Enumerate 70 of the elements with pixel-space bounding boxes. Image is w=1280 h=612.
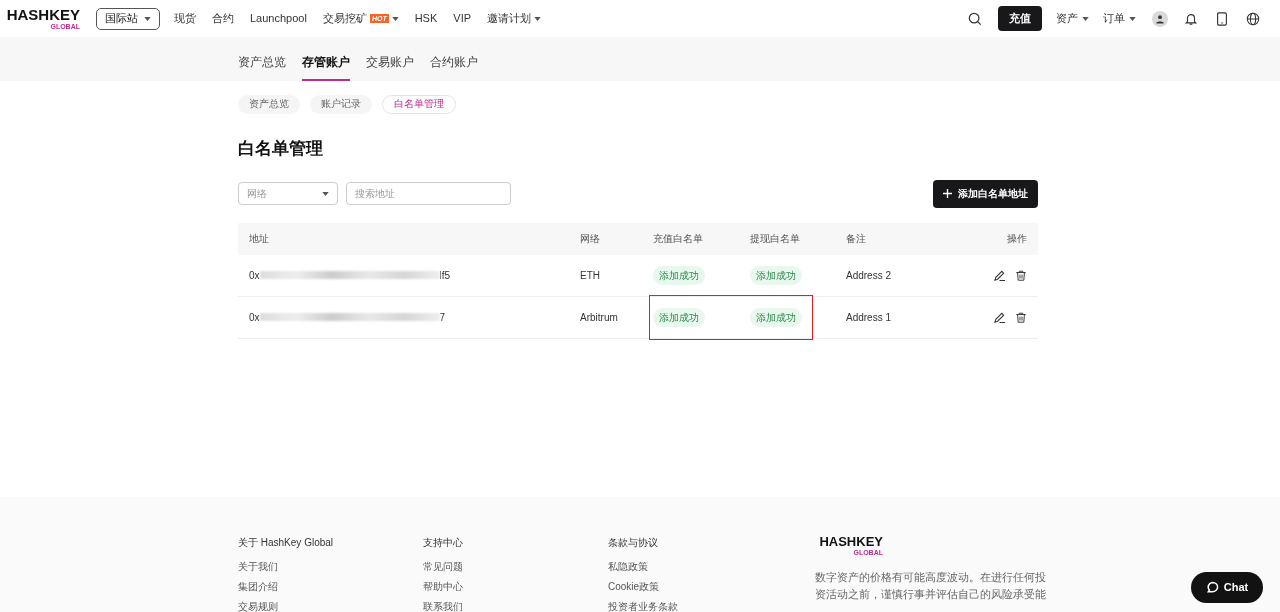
nav-link[interactable]: 现货 (174, 10, 196, 27)
status-badge: 添加成功 (750, 265, 802, 285)
note-cell: Address 1 (846, 311, 892, 323)
column-header: 充值白名单 (653, 233, 703, 244)
add-address-button[interactable]: 添加白名单地址 (933, 179, 1038, 208)
footer-link[interactable]: Cookie政策 (608, 577, 815, 597)
nav-link[interactable]: HSK (414, 10, 438, 27)
site-selector[interactable]: 国际站 (96, 7, 160, 30)
nav-link[interactable]: VIP (453, 10, 472, 27)
status-badge: 添加成功 (653, 307, 705, 327)
avatar-icon[interactable] (1152, 10, 1168, 27)
page-title: 白名单管理 (238, 138, 324, 160)
disclaimer-text: 资活动之前，谨慎行事并评估自己的风险承受能 (815, 587, 1046, 602)
caret-icon (391, 16, 399, 21)
status-badge: 添加成功 (750, 307, 802, 327)
network-cell: Arbitrum (580, 311, 618, 323)
account-tab[interactable]: 存管账户 (302, 53, 350, 81)
footer-link[interactable]: 交易规则 (238, 597, 423, 612)
nav-link[interactable]: 邀请计划 (487, 10, 542, 27)
footer-link[interactable]: 联系我们 (423, 597, 608, 612)
address-start: 0x (249, 268, 260, 283)
globe-icon[interactable] (1246, 11, 1260, 26)
column-header: 网络 (580, 233, 600, 244)
edit-button[interactable] (993, 268, 1006, 282)
caret-icon (1082, 16, 1089, 21)
nav-link[interactable]: Launchpool (250, 10, 307, 27)
address-end: lf5 (439, 268, 451, 283)
plus-icon (943, 189, 952, 198)
account-tab[interactable]: 交易账户 (366, 53, 414, 81)
column-header: 提现白名单 (750, 233, 800, 244)
delete-button[interactable] (1015, 310, 1027, 324)
caret-icon (144, 16, 151, 21)
address-end: 7 (439, 310, 446, 325)
sub-tab[interactable]: 账户记录 (310, 95, 372, 114)
column-header: 地址 (249, 233, 269, 244)
column-header: 操作 (1007, 233, 1027, 244)
account-tab[interactable]: 合约账户 (430, 53, 478, 81)
footer-link[interactable]: 常见问题 (423, 557, 608, 577)
column-header: 备注 (846, 233, 866, 244)
disclaimer-text: 数字资产的价格有可能高度波动。在进行任何投 (815, 570, 1046, 585)
menu-dropdown[interactable]: 订单 (1103, 10, 1136, 27)
footer-heading: 条款与协议 (608, 536, 659, 550)
status-badge: 添加成功 (653, 265, 705, 285)
footer-heading: 支持中心 (423, 536, 464, 550)
account-tab[interactable]: 资产总览 (238, 53, 286, 81)
phone-icon[interactable] (1216, 11, 1228, 26)
sub-tab[interactable]: 资产总览 (238, 95, 300, 114)
footer-link[interactable]: 帮助中心 (423, 577, 608, 597)
delete-button[interactable] (1015, 268, 1027, 282)
footer-link[interactable]: 投资者业务条款 (608, 597, 815, 612)
edit-button[interactable] (993, 310, 1006, 324)
sub-tab[interactable]: 白名单管理 (382, 95, 456, 114)
search-icon[interactable] (968, 11, 982, 26)
search-field[interactable]: 搜索地址 (346, 182, 511, 205)
deposit-button[interactable]: 充值 (998, 6, 1042, 31)
caret-icon (322, 191, 329, 196)
caret-icon (1129, 16, 1136, 21)
menu-dropdown[interactable]: 资产 (1056, 10, 1089, 27)
footer-heading: 关于 HashKey Global (238, 536, 335, 550)
nav-link[interactable]: 合约 (212, 10, 234, 27)
footer-link[interactable]: 关于我们 (238, 557, 423, 577)
address-start: 0x (249, 310, 260, 325)
network-cell: ETH (580, 269, 600, 281)
bell-icon[interactable] (1184, 11, 1198, 26)
footer-link[interactable]: 集团介绍 (238, 577, 423, 597)
chat-button[interactable]: Chat (1191, 572, 1263, 603)
note-cell: Address 2 (846, 269, 892, 281)
chat-bubble-icon (1205, 581, 1219, 594)
footer-link[interactable]: 私隐政策 (608, 557, 815, 577)
caret-icon (534, 16, 542, 21)
